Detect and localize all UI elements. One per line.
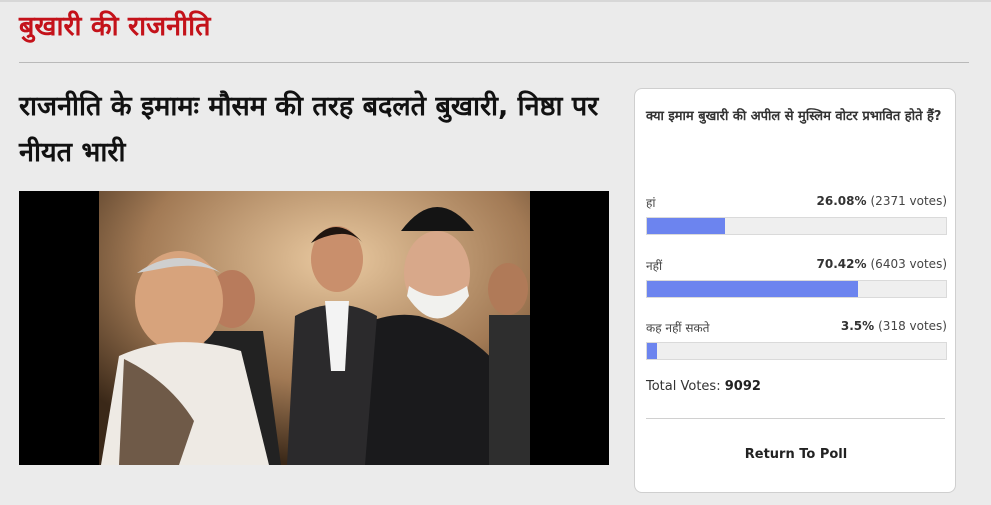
poll-widget: क्या इमाम बुखारी की अपील से मुस्लिम वोटर… bbox=[634, 88, 956, 493]
article-headline[interactable]: राजनीति के इमामः मौसम की तरह बदलते बुखार… bbox=[19, 84, 609, 176]
poll-divider bbox=[646, 418, 945, 419]
poll-option-votes: (2371 votes) bbox=[870, 194, 948, 208]
poll-option-percent: 26.08% bbox=[816, 194, 867, 208]
poll-result-bar-fill bbox=[647, 343, 658, 359]
total-votes-label: Total Votes: bbox=[646, 379, 721, 394]
poll-option-label: हां bbox=[646, 196, 656, 210]
top-divider bbox=[0, 0, 991, 2]
article-photo bbox=[19, 191, 609, 465]
poll-result-bar bbox=[646, 342, 947, 360]
return-to-poll-button[interactable]: Return To Poll bbox=[635, 447, 957, 462]
section-divider bbox=[19, 62, 969, 63]
total-votes: Total Votes: 9092 bbox=[646, 379, 761, 394]
poll-option: कह नहीं सकते 3.5% (318 votes) bbox=[646, 317, 947, 360]
poll-question: क्या इमाम बुखारी की अपील से मुस्लिम वोटर… bbox=[646, 109, 942, 124]
total-votes-value: 9092 bbox=[724, 379, 761, 394]
poll-result-bar-fill bbox=[647, 281, 858, 297]
poll-result-bar bbox=[646, 280, 947, 298]
poll-option-percent: 3.5% bbox=[840, 319, 875, 333]
poll-option: नहीं 70.42% (6403 votes) bbox=[646, 255, 947, 298]
poll-option-label: कह नहीं सकते bbox=[646, 321, 710, 335]
poll-option-percent: 70.42% bbox=[816, 257, 867, 271]
poll-result-bar bbox=[646, 217, 947, 235]
poll-option: हां 26.08% (2371 votes) bbox=[646, 192, 947, 235]
poll-option-label: नहीं bbox=[646, 259, 663, 273]
poll-result-bar-fill bbox=[647, 218, 725, 234]
section-title[interactable]: बुखारी की राजनीति bbox=[19, 7, 211, 47]
poll-option-votes: (6403 votes) bbox=[870, 257, 948, 271]
poll-option-votes: (318 votes) bbox=[878, 319, 947, 333]
